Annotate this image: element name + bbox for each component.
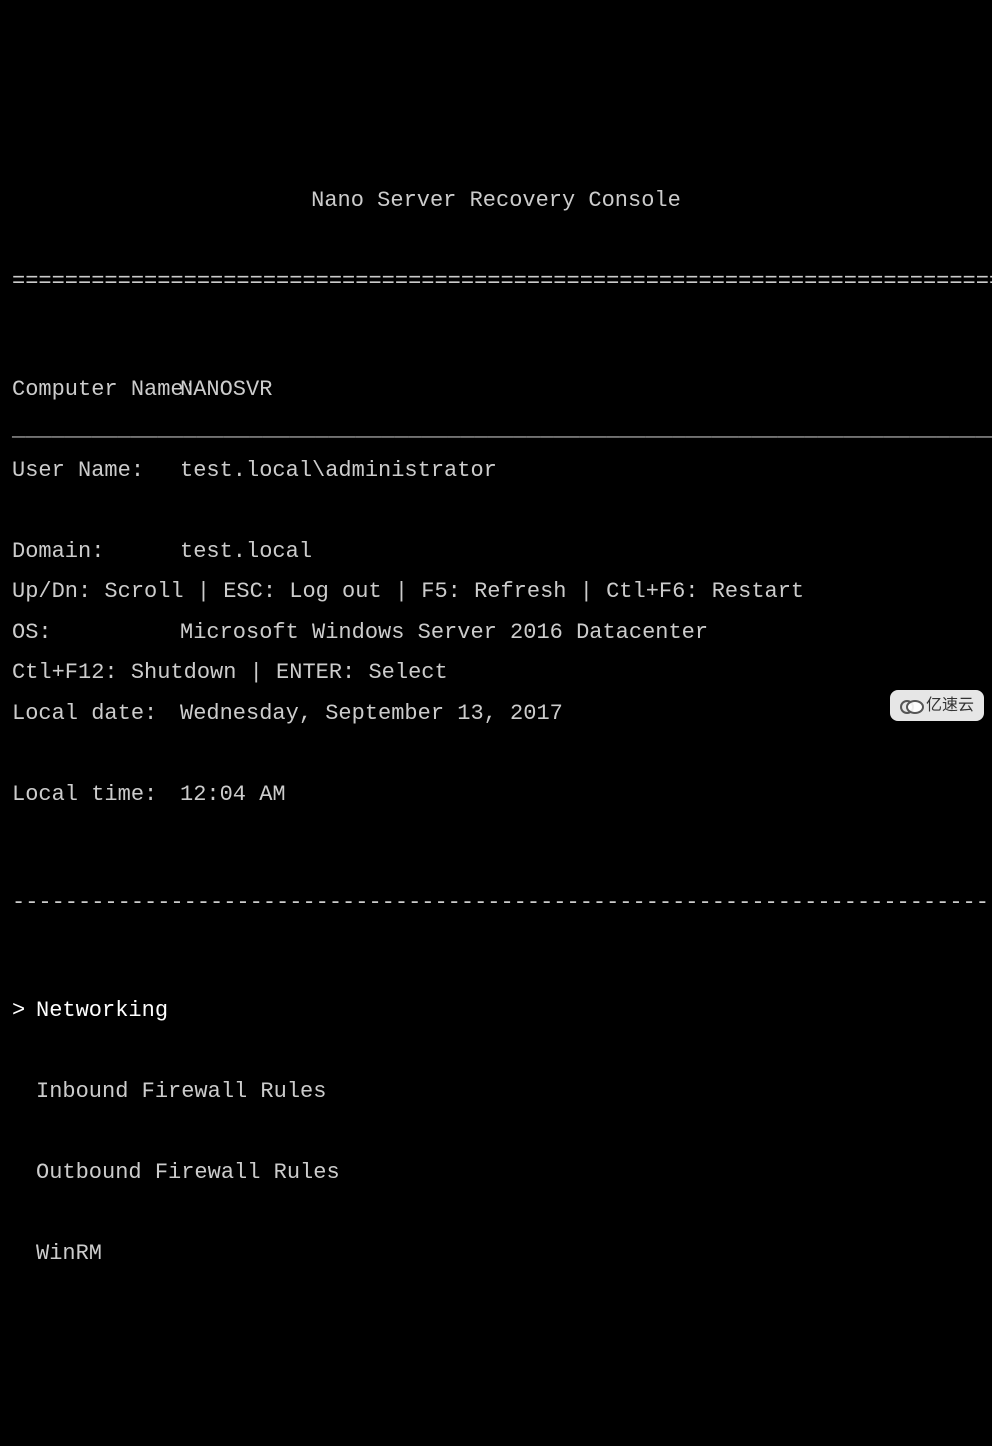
- menu-item-outbound-firewall[interactable]: Outbound Firewall Rules: [0, 1159, 992, 1186]
- cloud-icon: [900, 699, 922, 713]
- local-time-value: 12:04 AM: [180, 781, 992, 808]
- watermark-logo: 亿速云: [890, 690, 984, 721]
- menu-item-winrm[interactable]: WinRM: [0, 1240, 992, 1267]
- separator-double: ========================================…: [0, 268, 992, 295]
- separator-dash: ----------------------------------------…: [0, 889, 992, 916]
- menu-label-networking: Networking: [36, 998, 168, 1023]
- local-time-label: Local time:: [0, 781, 180, 808]
- menu-item-networking[interactable]: > Networking: [0, 997, 992, 1024]
- menu-label-winrm: WinRM: [36, 1241, 102, 1266]
- footer-line-2: Ctl+F12: Shutdown | ENTER: Select: [12, 659, 992, 686]
- info-local-time: Local time: 12:04 AM: [0, 781, 992, 808]
- separator-under: ________________________________________…: [12, 416, 992, 443]
- menu-label-outbound: Outbound Firewall Rules: [36, 1160, 340, 1185]
- menu-label-inbound: Inbound Firewall Rules: [36, 1079, 326, 1104]
- menu-nocursor: [12, 1078, 36, 1105]
- watermark-text: 亿速云: [926, 692, 974, 719]
- menu-nocursor: [12, 1240, 36, 1267]
- empty-line: [12, 497, 992, 524]
- footer-help: ________________________________________…: [12, 362, 992, 713]
- footer-line-1: Up/Dn: Scroll | ESC: Log out | F5: Refre…: [12, 578, 992, 605]
- console-title: Nano Server Recovery Console: [0, 162, 992, 214]
- menu-cursor: >: [12, 997, 36, 1024]
- menu-nocursor: [12, 1159, 36, 1186]
- menu-item-inbound-firewall[interactable]: Inbound Firewall Rules: [0, 1078, 992, 1105]
